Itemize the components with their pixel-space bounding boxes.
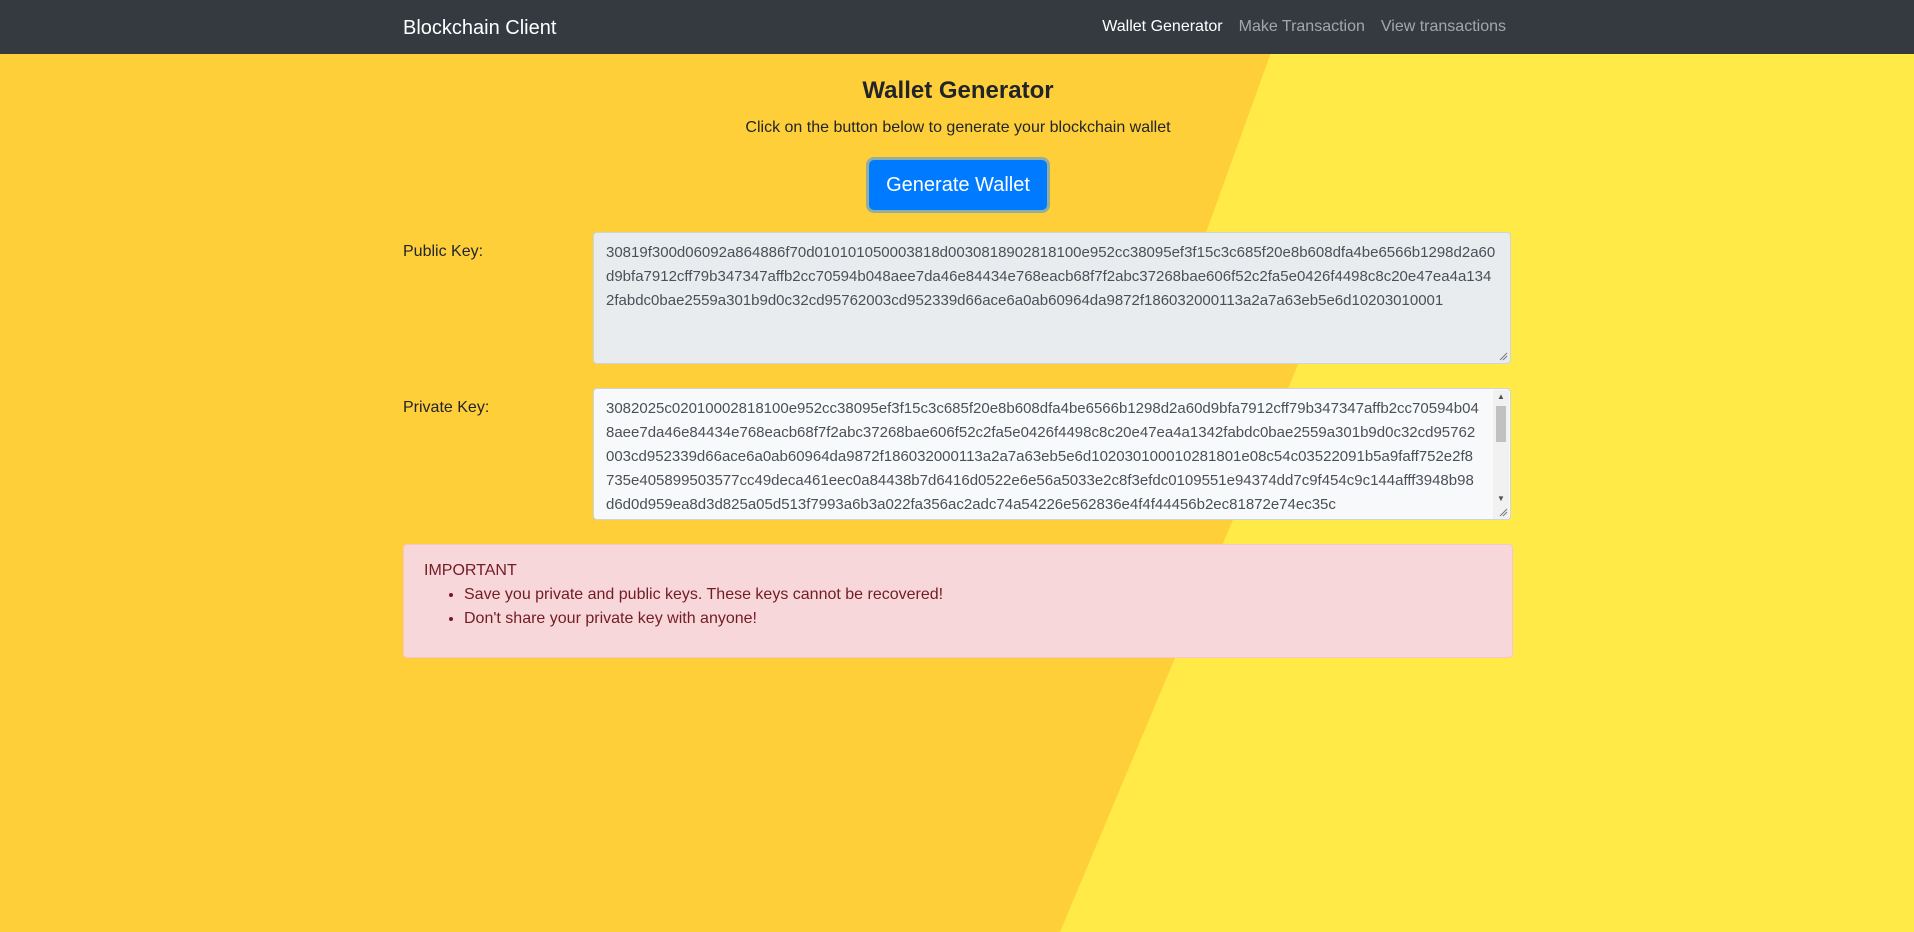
- brand-logo-text[interactable]: Blockchain Client: [403, 16, 556, 40]
- resize-handle-icon[interactable]: [1498, 507, 1508, 517]
- button-wrapper: Generate Wallet: [403, 160, 1513, 210]
- alert-item: Save you private and public keys. These …: [464, 583, 1492, 607]
- alert-list: Save you private and public keys. These …: [424, 583, 1492, 631]
- public-key-textarea[interactable]: 30819f300d06092a864886f70d01010105000381…: [593, 232, 1511, 364]
- navbar: Blockchain Client Wallet Generator Make …: [0, 0, 1914, 54]
- generate-wallet-button[interactable]: Generate Wallet: [869, 160, 1047, 210]
- public-key-row: Public Key: 30819f300d06092a864886f70d01…: [403, 232, 1513, 364]
- private-key-scrollbar[interactable]: ▲ ▼: [1493, 390, 1509, 519]
- nav-link-make-transaction[interactable]: Make Transaction: [1239, 17, 1365, 37]
- page-subtitle: Click on the button below to generate yo…: [745, 119, 1171, 136]
- private-key-label: Private Key:: [403, 399, 490, 416]
- scroll-thumb[interactable]: [1496, 406, 1506, 442]
- resize-handle-icon[interactable]: [1498, 351, 1508, 361]
- scroll-down-arrow-icon[interactable]: ▼: [1493, 492, 1509, 506]
- public-key-value: 30819f300d06092a864886f70d01010105000381…: [606, 244, 1496, 309]
- private-key-value: 3082025c02010002818100e952cc38095ef3f15c…: [606, 400, 1479, 513]
- nav-link-view-transactions[interactable]: View transactions: [1381, 17, 1506, 37]
- page-title: Wallet Generator: [862, 77, 1054, 104]
- scroll-up-arrow-icon[interactable]: ▲: [1493, 390, 1509, 404]
- alert-item: Don't share your private key with anyone…: [464, 607, 1492, 631]
- nav-link-wallet-generator[interactable]: Wallet Generator: [1102, 17, 1222, 37]
- private-key-row: Private Key: 3082025c02010002818100e952c…: [403, 388, 1513, 520]
- important-alert: IMPORTANT Save you private and public ke…: [403, 544, 1513, 658]
- main-content: Wallet Generator Click on the button bel…: [403, 54, 1513, 658]
- nav-links: Wallet Generator Make Transaction View t…: [1102, 17, 1506, 37]
- alert-heading: IMPORTANT: [424, 562, 517, 579]
- private-key-textarea[interactable]: 3082025c02010002818100e952cc38095ef3f15c…: [593, 388, 1511, 520]
- public-key-label: Public Key:: [403, 243, 484, 260]
